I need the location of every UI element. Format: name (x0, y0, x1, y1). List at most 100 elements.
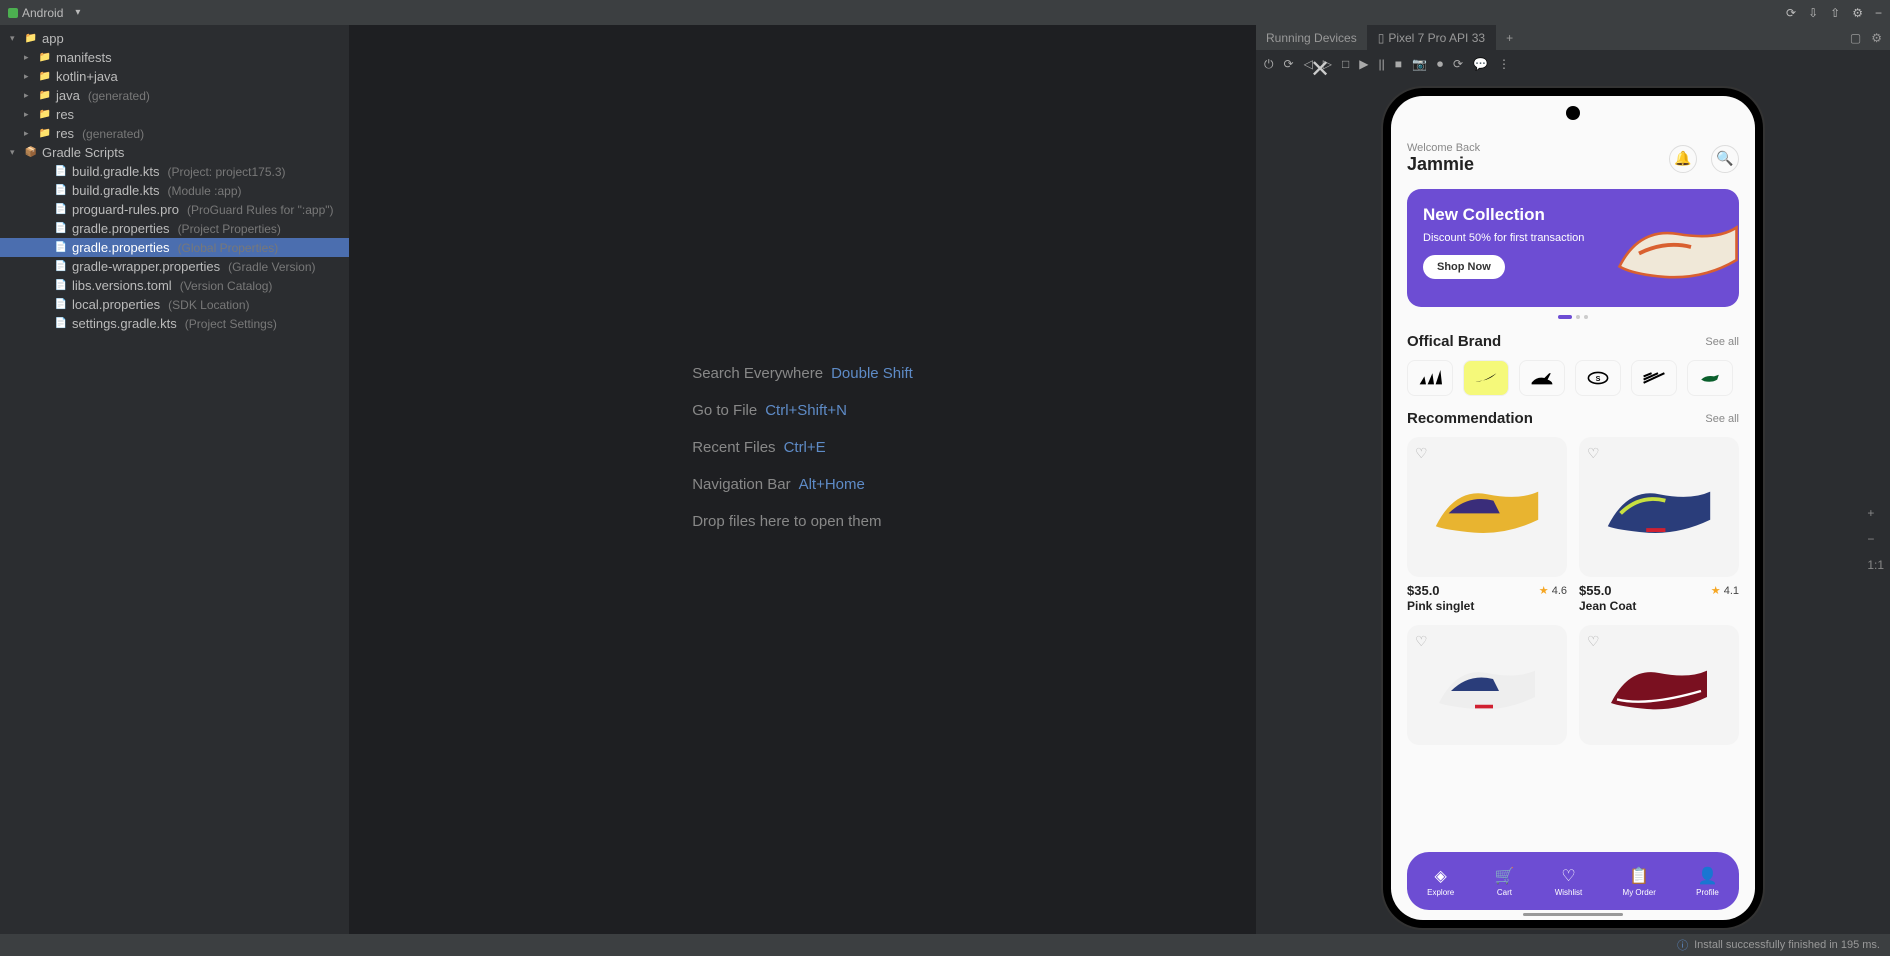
folder-icon: 📁 (38, 127, 52, 141)
tree-item[interactable]: 📄 build.gradle.kts (Module :app) (0, 181, 349, 200)
caret-icon: ▸ (24, 52, 34, 63)
tab-add[interactable]: + (1496, 31, 1523, 45)
volume-icon[interactable]: ⟳ (1284, 57, 1294, 71)
tree-item[interactable]: 📄 proguard-rules.pro (ProGuard Rules for… (0, 200, 349, 219)
tree-item[interactable]: 📄 settings.gradle.kts (Project Settings) (0, 314, 349, 333)
banner-dots (1407, 315, 1739, 319)
product-card[interactable]: ♡ $55.0 ★ 4.1 Jean Coat (1579, 437, 1739, 613)
brand-puma[interactable] (1519, 360, 1565, 396)
tree-item[interactable]: 📄 gradle.properties (Global Properties) (0, 238, 349, 257)
maximize-icon[interactable]: ▢ (1850, 31, 1861, 45)
minimize-icon[interactable]: − (1875, 6, 1882, 20)
search-icon[interactable]: 🔍 (1711, 145, 1739, 173)
product-rating: ★ 4.1 (1711, 584, 1739, 597)
zoom-in-icon[interactable]: + (1867, 506, 1884, 520)
tree-label: kotlin+java (56, 69, 118, 84)
tree-item[interactable]: 📄 local.properties (SDK Location) (0, 295, 349, 314)
tab-running-devices[interactable]: Running Devices (1256, 25, 1368, 50)
chat-icon[interactable]: 💬 (1473, 57, 1488, 71)
file-icon: 📄 (54, 165, 68, 179)
wishlist-icon[interactable]: ♡ (1587, 445, 1600, 462)
tree-item[interactable]: ▸ 📁 manifests (0, 48, 349, 67)
tree-root-app[interactable]: ▾ 📁 app (0, 29, 349, 48)
tree-extra: (Module :app) (167, 184, 241, 198)
phone-screen[interactable]: Welcome Back Jammie 🔔 🔍 New Collection D… (1391, 96, 1755, 920)
gradle-icon: 📦 (24, 146, 38, 160)
wishlist-icon[interactable]: ♡ (1415, 633, 1428, 650)
nav-wishlist[interactable]: ♡Wishlist (1555, 866, 1583, 897)
dot-active[interactable] (1558, 315, 1572, 319)
nav-explore[interactable]: ◈Explore (1427, 866, 1454, 897)
promo-banner[interactable]: New Collection Discount 50% for first tr… (1407, 189, 1739, 307)
tab-label: Pixel 7 Pro API 33 (1388, 31, 1485, 45)
brand-skechers[interactable]: S (1575, 360, 1621, 396)
brand-adidas[interactable] (1407, 360, 1453, 396)
record-icon[interactable]: ⏺ (1437, 57, 1443, 72)
tree-item[interactable]: ▸ 📁 res (0, 105, 349, 124)
tree-label: res (56, 107, 74, 122)
see-all-brands[interactable]: See all (1705, 336, 1739, 348)
phone-frame: Welcome Back Jammie 🔔 🔍 New Collection D… (1383, 88, 1763, 928)
folder-icon: 📁 (38, 70, 52, 84)
device-frame-icon[interactable]: □ (1342, 57, 1349, 71)
dot[interactable] (1584, 315, 1588, 319)
back-icon[interactable]: ▶ (1359, 57, 1368, 71)
tree-item[interactable]: ▸ 📁 kotlin+java (0, 67, 349, 86)
star-icon: ★ (1539, 585, 1549, 597)
gear-icon[interactable]: ⚙ (1871, 31, 1882, 45)
tree-label: proguard-rules.pro (72, 202, 179, 217)
tree-item[interactable]: 📄 build.gradle.kts (Project: project175.… (0, 162, 349, 181)
tree-item[interactable]: ▸ 📁 res (generated) (0, 124, 349, 143)
tree-item[interactable]: ▸ 📁 java (generated) (0, 86, 349, 105)
tree-extra: (Project Settings) (185, 317, 277, 331)
gear-icon[interactable]: ⚙ (1852, 6, 1863, 20)
welcome-label: Welcome Back (1407, 142, 1480, 154)
wishlist-icon[interactable]: ♡ (1587, 633, 1600, 650)
heart-icon: ♡ (1561, 866, 1575, 886)
tree-item[interactable]: 📄 libs.versions.toml (Version Catalog) (0, 276, 349, 295)
hint-label: Recent Files (692, 439, 775, 456)
tab-device[interactable]: ▯ Pixel 7 Pro API 33 (1368, 25, 1496, 50)
sync-icon[interactable]: ⟳ (1786, 6, 1796, 20)
product-card[interactable]: ♡ $35.0 ★ 4.6 Pink singlet (1407, 437, 1567, 613)
brand-reebok[interactable] (1631, 360, 1677, 396)
nav-profile[interactable]: 👤Profile (1696, 866, 1719, 897)
project-selector[interactable]: Android ▾ (8, 6, 80, 20)
folder-icon: 📁 (38, 89, 52, 103)
reload-icon[interactable]: ⟳ (1453, 57, 1463, 71)
brand-lacoste[interactable] (1687, 360, 1733, 396)
nav-orders[interactable]: 📋My Order (1623, 866, 1656, 897)
overview-icon[interactable]: ■ (1395, 57, 1402, 71)
brand-nike[interactable] (1463, 360, 1509, 396)
notification-icon[interactable]: 🔔 (1669, 145, 1697, 173)
tree-item[interactable]: 📄 gradle.properties (Project Properties) (0, 219, 349, 238)
home-icon[interactable]: || (1379, 57, 1385, 71)
dot[interactable] (1576, 315, 1580, 319)
info-icon[interactable]: ⓘ (1677, 937, 1688, 953)
status-message: Install successfully finished in 195 ms. (1694, 939, 1880, 951)
power-icon[interactable]: ⏻ (1264, 57, 1274, 72)
more-icon[interactable]: ⋮ (1498, 57, 1510, 71)
section-brand-title: Offical Brand (1407, 333, 1501, 350)
tree-item[interactable]: 📄 gradle-wrapper.properties (Gradle Vers… (0, 257, 349, 276)
collapse-icon[interactable]: ⇩ (1808, 6, 1818, 20)
product-card[interactable]: ♡ (1579, 625, 1739, 745)
file-icon: 📄 (54, 241, 68, 255)
profile-icon: 👤 (1698, 866, 1718, 886)
home-indicator[interactable] (1523, 913, 1623, 916)
see-all-reco[interactable]: See all (1705, 413, 1739, 425)
shop-now-button[interactable]: Shop Now (1423, 255, 1505, 279)
project-tree[interactable]: ▾ 📁 app ▸ 📁 manifests ▸ 📁 kotlin+java ▸ … (0, 25, 350, 934)
product-rating: ★ 4.6 (1539, 584, 1567, 597)
nav-cart[interactable]: 🛒Cart (1495, 866, 1515, 897)
file-icon: 📄 (54, 203, 68, 217)
product-card[interactable]: ♡ (1407, 625, 1567, 745)
wishlist-icon[interactable]: ♡ (1415, 445, 1428, 462)
zoom-fit-icon[interactable]: 1:1 (1867, 558, 1884, 572)
screenshot-icon[interactable]: 📷 (1412, 57, 1427, 71)
zoom-out-icon[interactable]: − (1867, 532, 1884, 546)
emulator-toolbar: ⏻ ⟳ ◁ ▷ □ ▶ || ■ 📷 ⏺ ⟳ 💬 ⋮ (1256, 50, 1890, 78)
brand-list[interactable]: S (1407, 360, 1739, 396)
expand-icon[interactable]: ⇧ (1830, 6, 1840, 20)
tree-gradle-scripts[interactable]: ▾ 📦 Gradle Scripts (0, 143, 349, 162)
